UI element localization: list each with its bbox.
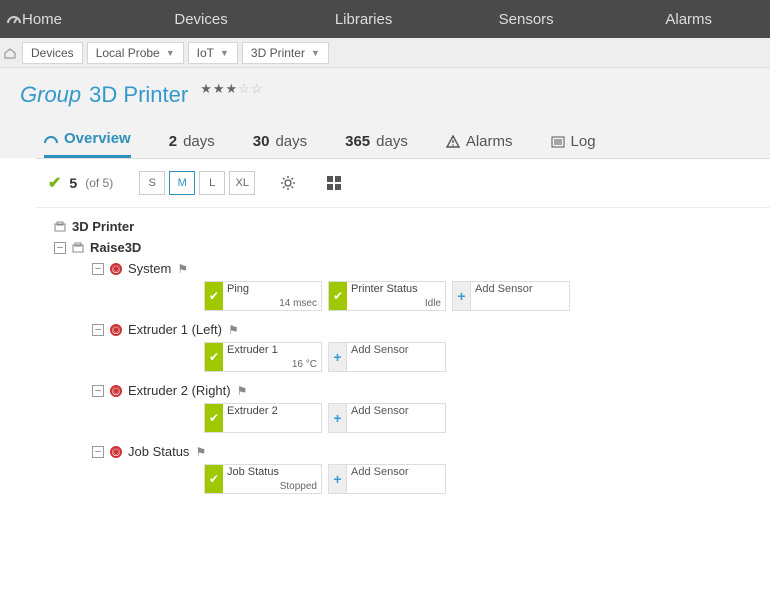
- house-icon: [3, 46, 17, 60]
- device-tree: 3D Printer – Raise3D – ◉ System ⚑ ✔ Ping…: [36, 208, 770, 532]
- tab-30-days[interactable]: 30days: [253, 133, 307, 158]
- flag-icon[interactable]: ⚑: [177, 262, 188, 276]
- nav-home[interactable]: Home: [0, 0, 120, 38]
- warning-icon: [446, 135, 460, 149]
- gauge-icon: [6, 11, 22, 27]
- plus-icon: +: [329, 465, 347, 493]
- tree-root-label: 3D Printer: [72, 219, 134, 234]
- group-label: System: [128, 261, 171, 276]
- check-icon: ✔: [205, 465, 223, 493]
- group-label: Extruder 2 (Right): [128, 383, 231, 398]
- tab-2-days[interactable]: 2days: [169, 133, 215, 158]
- group-prefix: Group: [20, 82, 81, 108]
- add-sensor-button[interactable]: + Add Sensor: [328, 464, 446, 494]
- chevron-down-icon: ▼: [220, 48, 229, 58]
- nav-sensors[interactable]: Sensors: [445, 0, 608, 38]
- size-l[interactable]: L: [199, 171, 225, 195]
- breadcrumb-local-probe[interactable]: Local Probe▼: [87, 42, 184, 64]
- grid-icon: [326, 175, 342, 191]
- add-sensor-button[interactable]: + Add Sensor: [328, 342, 446, 372]
- page-title-area: Group 3D Printer ★★★☆☆: [0, 68, 770, 118]
- add-sensor-button[interactable]: + Add Sensor: [452, 281, 570, 311]
- tab-log[interactable]: Log: [551, 133, 596, 158]
- tab-overview[interactable]: Overview: [44, 130, 131, 158]
- chevron-down-icon: ▼: [311, 48, 320, 58]
- sensor-toolbar: ✔ 5 (of 5) S M L XL: [36, 159, 770, 208]
- priority-stars[interactable]: ★★★☆☆: [200, 81, 263, 97]
- sensor-tile-job-status[interactable]: ✔ Job StatusStopped: [204, 464, 322, 494]
- tree-root[interactable]: 3D Printer: [48, 216, 758, 237]
- status-icon: ◉: [110, 324, 122, 336]
- tab-alarms[interactable]: Alarms: [446, 133, 513, 158]
- sensor-tile-extruder-1[interactable]: ✔ Extruder 116 °C: [204, 342, 322, 372]
- sensor-row-ext1: ✔ Extruder 116 °C + Add Sensor: [48, 340, 758, 380]
- group-icon: [54, 221, 66, 233]
- plus-icon: +: [453, 282, 471, 310]
- tree-group-extruder-2[interactable]: – ◉ Extruder 2 (Right) ⚑: [48, 380, 758, 401]
- nav-alarms[interactable]: Alarms: [607, 0, 770, 38]
- settings-button[interactable]: [275, 171, 301, 195]
- sensor-row-ext2: ✔ Extruder 2 + Add Sensor: [48, 401, 758, 441]
- check-icon: ✔: [205, 282, 223, 310]
- sensor-up-count: 5: [69, 175, 77, 191]
- group-label: Job Status: [128, 444, 189, 459]
- plus-icon: +: [329, 343, 347, 371]
- sensor-tile-ping[interactable]: ✔ Ping14 msec: [204, 281, 322, 311]
- tab-overview-label: Overview: [64, 130, 131, 147]
- gear-icon: [280, 175, 296, 191]
- flag-icon[interactable]: ⚑: [228, 323, 239, 337]
- size-xl[interactable]: XL: [229, 171, 255, 195]
- nav-libraries[interactable]: Libraries: [282, 0, 445, 38]
- sensor-row-system: ✔ Ping14 msec ✔ Printer StatusIdle + Add…: [48, 279, 758, 319]
- add-sensor-button[interactable]: + Add Sensor: [328, 403, 446, 433]
- nav-devices[interactable]: Devices: [120, 0, 283, 38]
- breadcrumb-3d-printer[interactable]: 3D Printer▼: [242, 42, 329, 64]
- flag-icon[interactable]: ⚑: [195, 445, 206, 459]
- group-name: 3D Printer: [89, 82, 188, 108]
- tree-device-label: Raise3D: [90, 240, 141, 255]
- breadcrumb-iot[interactable]: IoT▼: [188, 42, 238, 64]
- flag-icon[interactable]: ⚑: [237, 384, 248, 398]
- sensor-tile-printer-status[interactable]: ✔ Printer StatusIdle: [328, 281, 446, 311]
- tree-group-job-status[interactable]: – ◉ Job Status ⚑: [48, 441, 758, 462]
- tree-group-system[interactable]: – ◉ System ⚑: [48, 258, 758, 279]
- size-buttons: S M L XL: [139, 171, 255, 195]
- collapse-toggle[interactable]: –: [92, 324, 104, 336]
- status-icon: ◉: [110, 385, 122, 397]
- status-icon: ◉: [110, 446, 122, 458]
- collapse-toggle[interactable]: –: [54, 242, 66, 254]
- check-icon: ✔: [329, 282, 347, 310]
- content-panel: ✔ 5 (of 5) S M L XL 3D Printer – Raise3D…: [36, 158, 770, 532]
- tab-bar: Overview 2days 30days 365days Alarms Log: [0, 118, 770, 158]
- collapse-toggle[interactable]: –: [92, 385, 104, 397]
- check-icon: ✔: [48, 173, 61, 193]
- sensor-tile-extruder-2[interactable]: ✔ Extruder 2: [204, 403, 322, 433]
- collapse-toggle[interactable]: –: [92, 263, 104, 275]
- plus-icon: +: [329, 404, 347, 432]
- gauge-icon: [44, 132, 58, 146]
- log-icon: [551, 135, 565, 149]
- size-s[interactable]: S: [139, 171, 165, 195]
- grid-view-button[interactable]: [321, 171, 347, 195]
- check-icon: ✔: [205, 404, 223, 432]
- breadcrumb-bar: Devices Local Probe▼ IoT▼ 3D Printer▼: [0, 38, 770, 68]
- status-icon: ◉: [110, 263, 122, 275]
- size-m[interactable]: M: [169, 171, 195, 195]
- nav-home-label: Home: [22, 11, 62, 28]
- tab-365-days[interactable]: 365days: [345, 133, 408, 158]
- tree-group-extruder-1[interactable]: – ◉ Extruder 1 (Left) ⚑: [48, 319, 758, 340]
- top-nav: Home Devices Libraries Sensors Alarms: [0, 0, 770, 38]
- check-icon: ✔: [205, 343, 223, 371]
- tree-device-row[interactable]: – Raise3D: [48, 237, 758, 258]
- breadcrumb-home-icon[interactable]: [2, 45, 18, 61]
- group-label: Extruder 1 (Left): [128, 322, 222, 337]
- collapse-toggle[interactable]: –: [92, 446, 104, 458]
- sensor-row-job: ✔ Job StatusStopped + Add Sensor: [48, 462, 758, 502]
- device-icon: [72, 242, 84, 254]
- sensor-total: (of 5): [85, 176, 113, 190]
- chevron-down-icon: ▼: [166, 48, 175, 58]
- breadcrumb-devices[interactable]: Devices: [22, 42, 83, 64]
